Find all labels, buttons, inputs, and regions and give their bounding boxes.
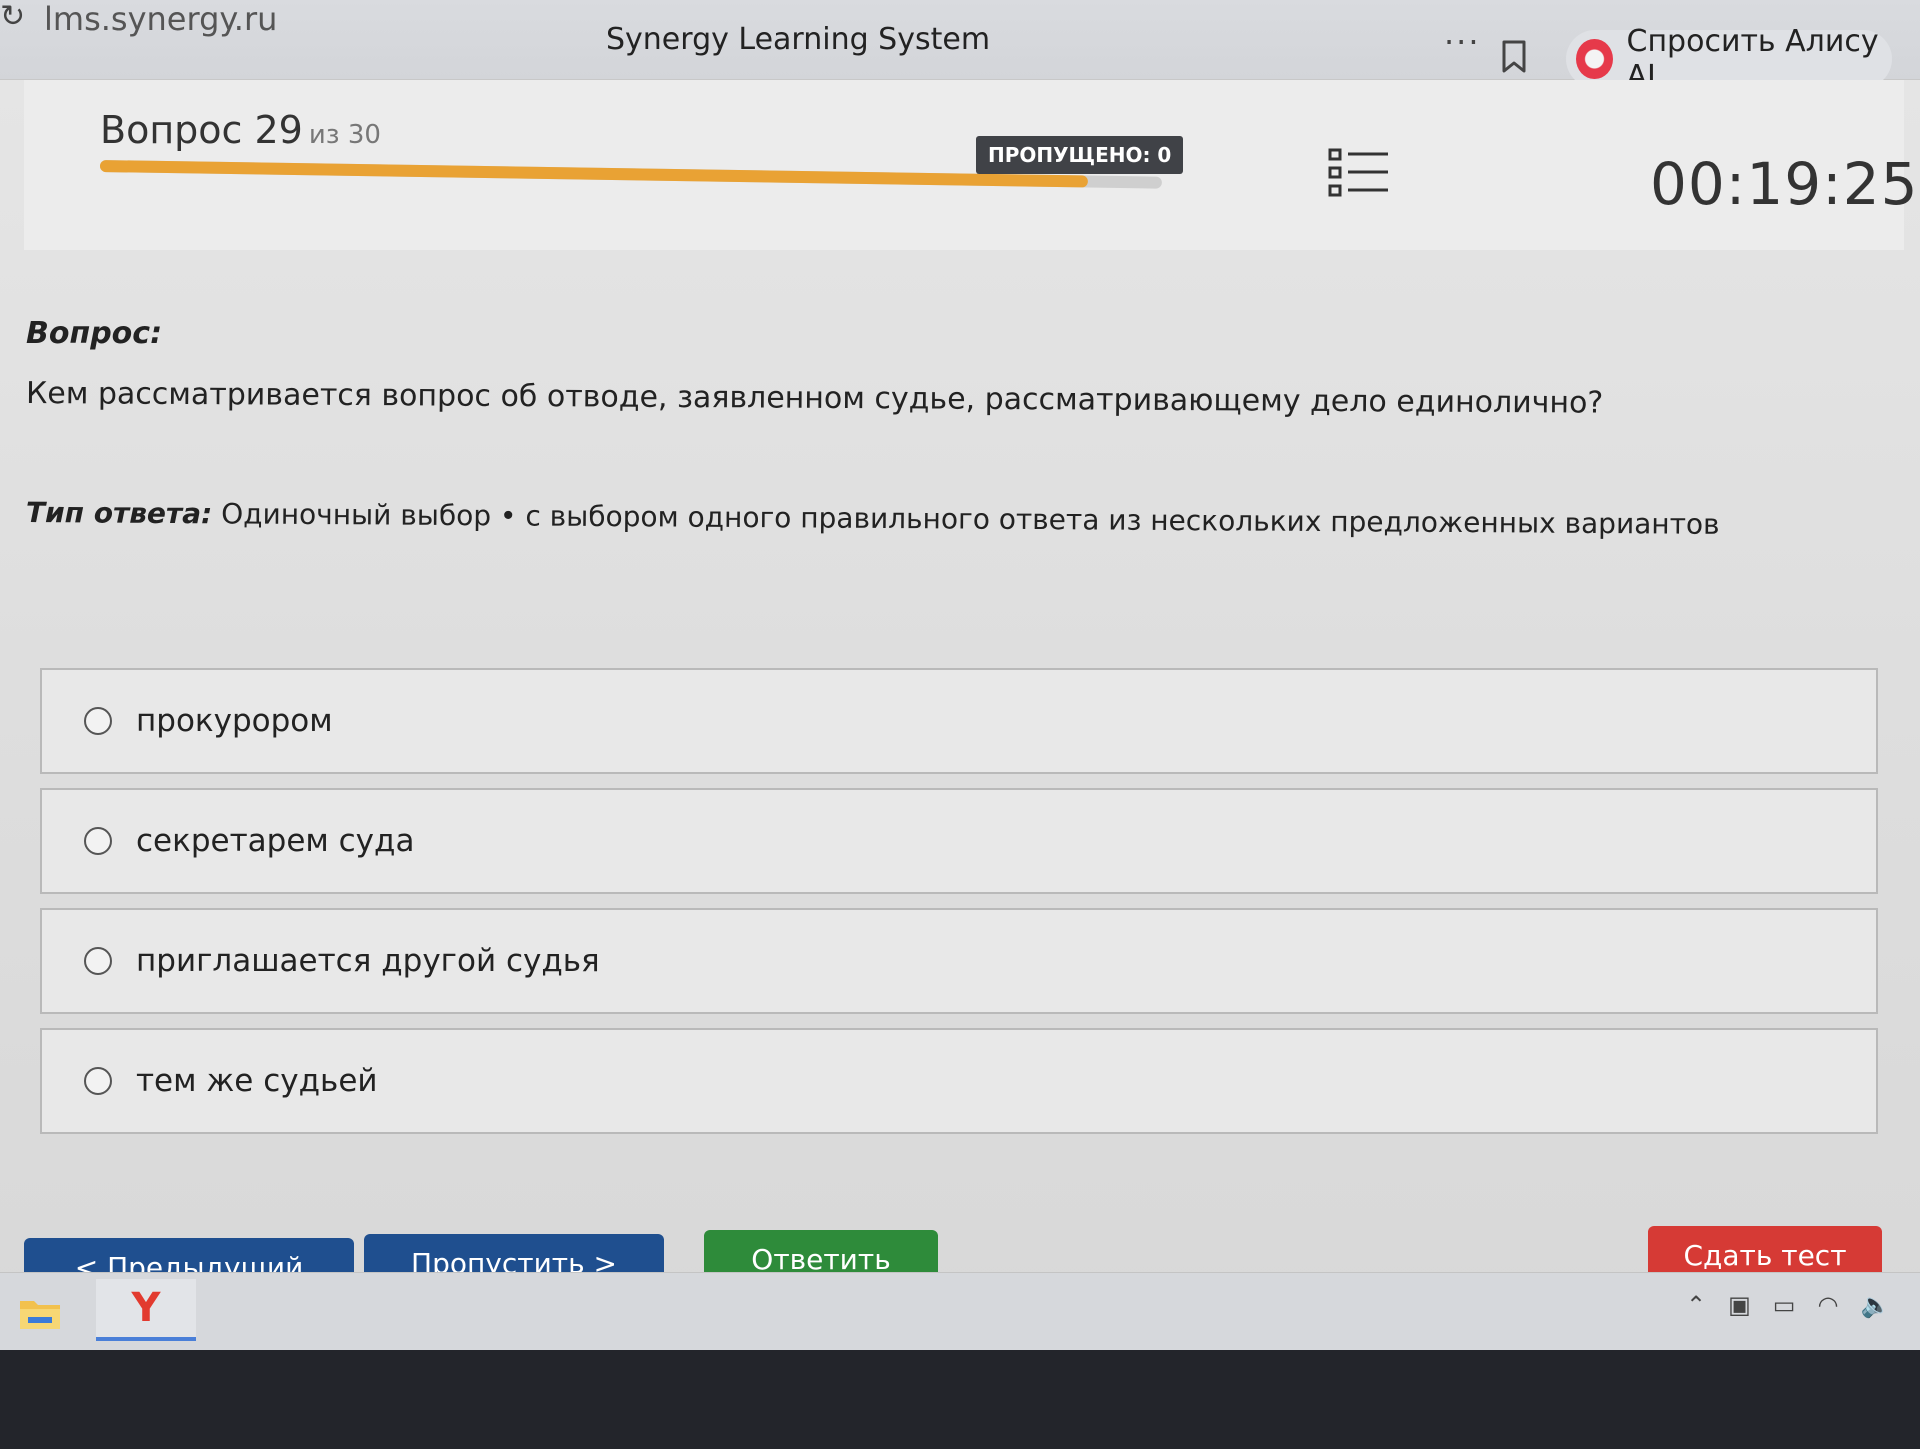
taskbar: Y ⌃ ▣ ▭ ◠ 🔈 (0, 1272, 1920, 1350)
reload-icon[interactable]: ↻ (0, 2, 25, 32)
more-options-icon[interactable]: ··· (1444, 26, 1481, 58)
question-text: Кем рассматривается вопрос об отводе, за… (25, 376, 1604, 421)
address-bar-url[interactable]: lms.synergy.ru (44, 0, 277, 38)
radio-button[interactable] (84, 827, 112, 855)
skipped-badge: ПРОПУЩЕНО: 0 (976, 136, 1184, 174)
answer-option[interactable]: секретарем суда (40, 788, 1878, 894)
browser-bar: ↻ lms.synergy.ru Synergy Learning System… (0, 0, 1920, 94)
answer-option-label: приглашается другой судья (136, 943, 600, 979)
timer: 00:19:25 (1650, 150, 1919, 218)
answer-options: прокурором секретарем суда приглашается … (40, 668, 1878, 1148)
question-list-icon[interactable] (1328, 146, 1392, 202)
camera-icon[interactable]: ▣ (1728, 1291, 1751, 1319)
answer-type-value: Одиночный выбор • с выбором одного прави… (212, 497, 1720, 541)
bookmark-icon[interactable] (1500, 40, 1528, 74)
answer-type: Тип ответа: Одиночный выбор • с выбором … (26, 496, 1720, 541)
monitor-bezel (0, 1350, 1920, 1449)
screen: ↻ lms.synergy.ru Synergy Learning System… (0, 0, 1920, 1350)
browser-page-title: Synergy Learning System (606, 22, 991, 57)
progress-fill (99, 160, 1088, 188)
chevron-up-icon[interactable]: ⌃ (1686, 1291, 1706, 1319)
answer-option-label: тем же судьей (136, 1063, 378, 1099)
question-heading: Вопрос: (26, 316, 163, 351)
question-number: Вопрос 29 (100, 108, 303, 152)
alice-icon (1576, 39, 1613, 79)
radio-button[interactable] (84, 707, 112, 735)
yandex-browser-icon[interactable]: Y (96, 1279, 196, 1341)
volume-icon[interactable]: 🔈 (1860, 1291, 1890, 1319)
radio-button[interactable] (84, 947, 112, 975)
answer-option[interactable]: прокурором (40, 668, 1878, 774)
radio-button[interactable] (84, 1067, 112, 1095)
answer-option[interactable]: приглашается другой судья (40, 908, 1878, 1014)
system-tray: ⌃ ▣ ▭ ◠ 🔈 (1686, 1291, 1890, 1319)
answer-option-label: секретарем суда (136, 823, 415, 859)
battery-icon[interactable]: ▭ (1773, 1291, 1796, 1319)
answer-option[interactable]: тем же судьей (40, 1028, 1878, 1134)
answer-option-label: прокурором (136, 703, 333, 739)
question-total: из 30 (308, 120, 381, 150)
file-explorer-icon[interactable] (18, 1295, 62, 1331)
wifi-icon[interactable]: ◠ (1817, 1291, 1838, 1319)
question-counter: Вопрос 29 из 30 (100, 108, 381, 152)
test-header: Вопрос 29 из 30 ПРОПУЩЕНО: 0 00:19:25 (24, 80, 1918, 250)
answer-type-key: Тип ответа: (25, 496, 213, 531)
